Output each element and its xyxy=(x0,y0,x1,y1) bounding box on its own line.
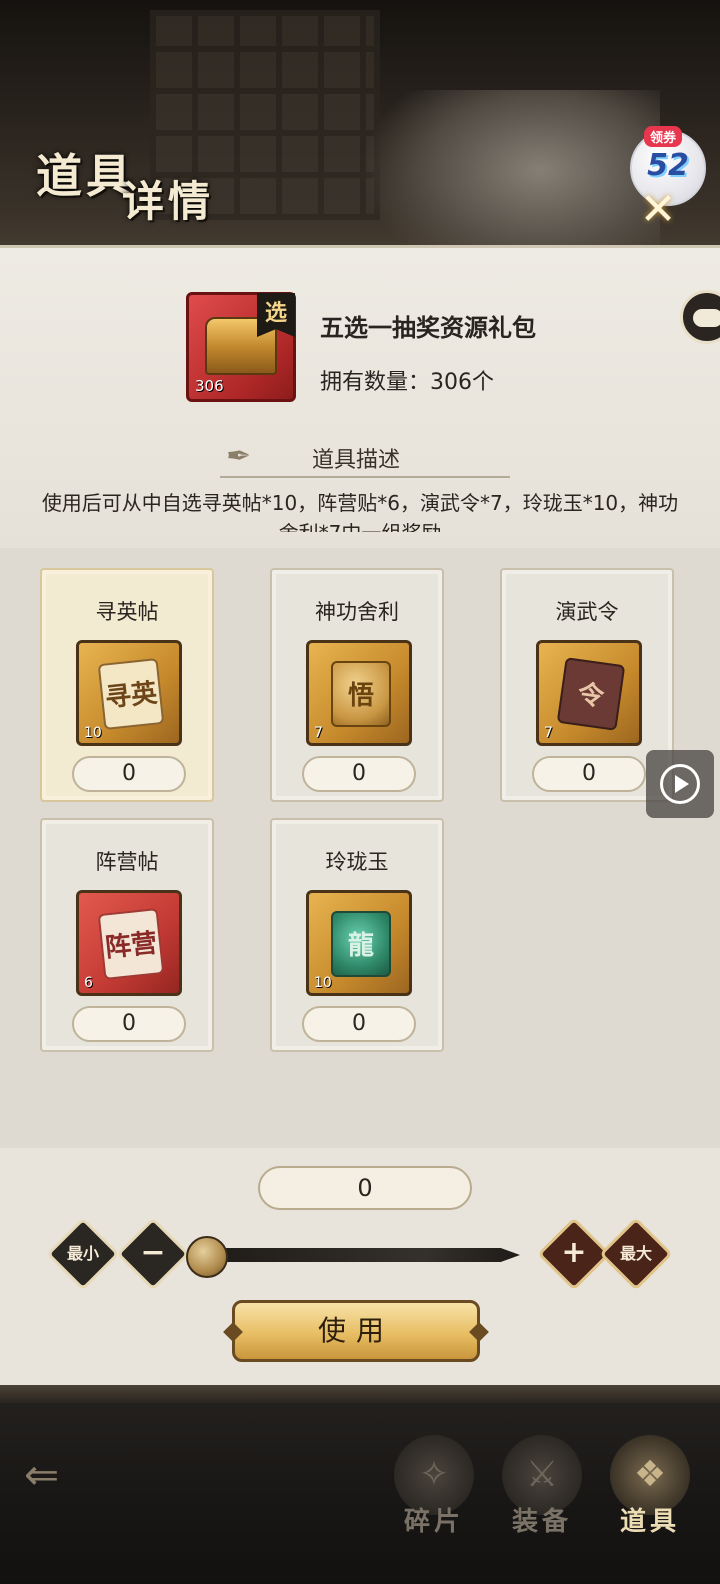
quantity-slider-track[interactable] xyxy=(200,1248,520,1262)
option-qty: 10 xyxy=(314,975,332,991)
option-qty: 7 xyxy=(314,725,323,741)
option-name: 玲珑玉 xyxy=(325,850,389,874)
option-name: 神功舍利 xyxy=(315,600,399,624)
minus-icon: − xyxy=(140,1235,166,1270)
option-value-field[interactable]: 0 xyxy=(72,1006,186,1042)
item-header: 选 306 五选一抽奖资源礼包 拥有数量：306个 xyxy=(186,292,686,404)
option-name: 演武令 xyxy=(555,600,619,624)
option-card[interactable]: 寻英帖 寻英 10 0 xyxy=(40,568,214,802)
item-owned-count: 拥有数量：306个 xyxy=(320,370,494,395)
option-value-field[interactable]: 0 xyxy=(302,756,416,792)
option-card[interactable]: 阵营帖 阵营 6 0 xyxy=(40,818,214,1052)
option-card[interactable]: 神功舍利 悟 7 0 xyxy=(270,568,444,802)
page-title: 道具 详情 xyxy=(30,140,260,235)
option-qty: 7 xyxy=(544,725,553,741)
bottom-nav: ⇐ ✧ 碎片 ⚔ 装备 ❖ 道具 xyxy=(0,1385,720,1584)
description-title: 道具描述 xyxy=(312,448,401,473)
plus-icon: + xyxy=(561,1235,587,1270)
max-label: 最大 xyxy=(619,1244,652,1263)
item-detail-panel: 选 306 五选一抽奖资源礼包 拥有数量：306个 ✒ 道具描述 使用后可从中自… xyxy=(0,245,720,1385)
tab-fragments[interactable]: ✧ 碎片 xyxy=(386,1435,482,1555)
brush-icon: ✒ xyxy=(226,439,252,474)
tab-label: 装备 xyxy=(511,1507,572,1537)
page-title-part2: 详情 xyxy=(122,177,215,226)
training-token-icon: 令 xyxy=(556,657,626,731)
option-icon: 悟 7 xyxy=(306,640,412,746)
option-qty: 6 xyxy=(84,975,93,991)
background-character-art xyxy=(360,90,660,270)
item-icon: 选 306 xyxy=(186,292,296,402)
item-count: 306 xyxy=(195,377,224,395)
item-name: 五选一抽奖资源礼包 xyxy=(320,314,536,342)
option-name: 寻英帖 xyxy=(95,600,159,624)
description-heading: ✒ 道具描述 xyxy=(220,438,510,478)
page-title-part1: 道具 xyxy=(36,149,136,203)
option-value-field[interactable]: 0 xyxy=(302,1006,416,1042)
tab-label: 道具 xyxy=(619,1507,680,1537)
tab-label: 碎片 xyxy=(403,1507,464,1537)
jade-icon: 龍 xyxy=(331,911,391,977)
option-name: 阵营帖 xyxy=(95,850,159,874)
play-icon xyxy=(675,775,689,793)
recruit-card-icon: 寻英 xyxy=(97,658,165,730)
option-qty: 10 xyxy=(84,725,102,741)
chat-dots xyxy=(693,309,720,327)
tab-equipment[interactable]: ⚔ 装备 xyxy=(494,1435,590,1555)
min-label: 最小 xyxy=(66,1244,99,1263)
option-icon: 寻英 10 xyxy=(76,640,182,746)
use-button[interactable]: 使用 xyxy=(232,1300,480,1362)
tab-items[interactable]: ❖ 道具 xyxy=(602,1435,698,1555)
relic-coin-icon: 悟 xyxy=(331,661,391,727)
option-icon: 龍 10 xyxy=(306,890,412,996)
option-grid: 寻英帖 寻英 10 0 神功舍利 悟 7 0 演武令 令 7 0 阵营帖 阵营 … xyxy=(0,548,720,1148)
coupon-number: 52 xyxy=(647,148,689,183)
back-arrow-icon[interactable]: ⇐ xyxy=(24,1454,84,1496)
close-x-icon[interactable]: ✕ xyxy=(636,188,680,232)
option-icon: 阵营 6 xyxy=(76,890,182,996)
quantity-slider-thumb[interactable] xyxy=(186,1236,228,1278)
coupon-tag: 领券 xyxy=(644,126,683,147)
total-count-field[interactable]: 0 xyxy=(258,1166,472,1210)
play-video-button[interactable] xyxy=(646,750,714,818)
faction-card-icon: 阵营 xyxy=(97,908,165,980)
option-value-field[interactable]: 0 xyxy=(532,756,646,792)
option-icon: 令 7 xyxy=(536,640,642,746)
option-value-field[interactable]: 0 xyxy=(72,756,186,792)
description-text: 使用后可从中自选寻英帖*10，阵营贴*6，演武令*7，玲珑玉*10，神功舍利*7… xyxy=(41,491,679,532)
option-card[interactable]: 玲珑玉 龍 10 0 xyxy=(270,818,444,1052)
